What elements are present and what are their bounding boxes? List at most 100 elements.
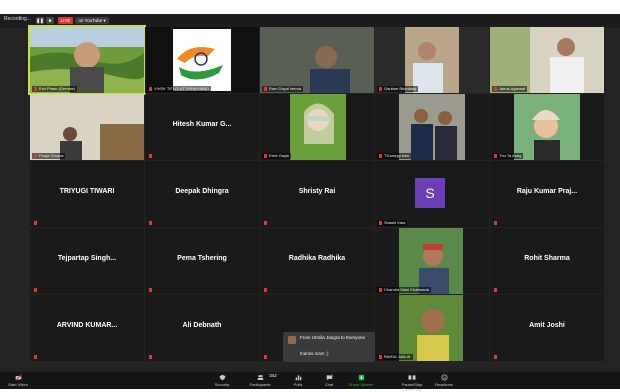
recording-status: Recording... (4, 16, 31, 22)
mic-muted-icon (379, 220, 382, 225)
participant-display-name: Radhika Radhika (288, 255, 346, 262)
mic-muted-icon (149, 354, 152, 359)
chat-button[interactable]: Chat (313, 374, 345, 387)
start-video-button[interactable]: Start Video (2, 374, 34, 387)
mic-muted-icon (264, 86, 267, 91)
mic-muted-icon (494, 354, 497, 359)
mic-muted-icon (494, 287, 497, 292)
participant-tile[interactable]: ARVIND KUMAR... (30, 295, 144, 361)
participant-name: VIVEK TIFLO-UTTARAKHAND (147, 86, 212, 92)
mic-status (262, 354, 271, 360)
video-tile[interactable]: Ech Pham (Gemwe) (28, 25, 146, 95)
participant-tile[interactable]: Hitesh Kumar G... (145, 94, 259, 160)
participant-name: Gautam Bhardwaj (377, 86, 419, 92)
mic-muted-icon (494, 86, 497, 91)
webcam-video (260, 94, 374, 160)
mic-muted-icon (264, 220, 267, 225)
mic-muted-icon (379, 354, 382, 359)
people-icon (257, 374, 263, 380)
mic-status (32, 354, 41, 360)
chat-notification[interactable]: From Urmila Jangra to Everyone thanks ma… (283, 332, 375, 362)
mic-muted-icon (494, 220, 497, 225)
participant-display-name: Tejpartap Singh... (57, 255, 117, 262)
mic-muted-icon (379, 86, 382, 91)
participant-name: Pooja Chopra (32, 153, 66, 159)
pause-stop-icon (408, 375, 416, 380)
participant-display-name: ARVIND KUMAR... (56, 322, 118, 329)
participant-tile[interactable]: TRIYUGI TIWARI (30, 161, 144, 227)
participant-name-text: Pooja Chopra (39, 153, 64, 158)
share-screen-button[interactable]: Share Screen (345, 374, 377, 387)
video-tile[interactable]: Chandra Mani Khatiwada (375, 228, 489, 294)
polls-button[interactable]: Polls (282, 374, 314, 387)
participant-name-text: Chandra Mani Khatiwada (384, 287, 429, 292)
video-tile[interactable]: Gautam Bhardwaj (375, 27, 489, 93)
video-tile[interactable]: T.Kompgi inen (375, 94, 489, 160)
mic-muted-icon (34, 354, 37, 359)
webcam-video (490, 27, 604, 93)
participant-tile[interactable]: S Shashi Kala (375, 161, 489, 227)
participant-display-name: Hitesh Kumar G... (172, 121, 232, 128)
participant-name: Elvie Gayle (262, 153, 292, 159)
participant-name-text: Gautam Bhardwaj (384, 86, 417, 91)
mic-muted-icon (34, 220, 37, 225)
video-tile[interactable]: Pooja Chopra (30, 94, 144, 160)
participant-name: Jaeus Agarwal (492, 86, 528, 92)
mic-muted-icon (264, 153, 267, 158)
mic-muted-icon (149, 86, 152, 91)
participant-name-text: Ram Dayal verma (269, 86, 302, 91)
participant-display-name: Deepak Dhingra (175, 188, 229, 195)
participant-name: Shashi Kala (377, 220, 408, 226)
mic-muted-icon (149, 153, 152, 158)
security-label: Security (214, 382, 230, 387)
landscape-background-image (30, 27, 144, 93)
stop-recording-icon[interactable]: ■ (46, 17, 54, 24)
meeting-toolbar: Start Video Security Participants 342 Po… (0, 372, 620, 392)
pause-stop-recording-label: Pause/Stop Recording (401, 382, 423, 392)
video-tile[interactable]: VIVEK TIFLO-UTTARAKHAND (145, 27, 259, 93)
participant-display-name: TRIYUGI TIWARI (59, 188, 115, 195)
video-tile[interactable]: Thu Ta Aung (490, 94, 604, 160)
webcam-video (260, 27, 374, 93)
video-tile[interactable]: Elvie Gayle (260, 94, 374, 160)
mic-status (147, 220, 156, 226)
participant-tile[interactable]: Pema Tshering (145, 228, 259, 294)
webcam-video (375, 94, 489, 160)
smiley-icon (440, 374, 448, 381)
participant-display-name: Pema Tshering (177, 255, 227, 262)
participant-tile[interactable]: Tejpartap Singh... (30, 228, 144, 294)
participant-display-name: Amit Joshi (529, 322, 565, 329)
participant-name-text: Shashi Kala (384, 220, 406, 225)
mic-muted-icon (264, 354, 267, 359)
pause-stop-recording-button[interactable]: Pause/Stop Recording (392, 374, 432, 392)
mic-status (262, 220, 271, 226)
chat-bubble-icon (326, 374, 333, 381)
video-tile[interactable]: Ram Dayal verma (260, 27, 374, 93)
top-bar: Recording... ❚❚ ■ LIVE on YouTube ▾ (0, 14, 620, 28)
participant-tile[interactable]: Amit Joshi (490, 295, 604, 361)
live-on-youtube-dropdown[interactable]: on YouTube ▾ (75, 17, 109, 24)
participant-tile[interactable]: Deepak Dhingra (145, 161, 259, 227)
pause-recording-icon[interactable]: ❚❚ (36, 17, 44, 24)
participant-name-text: T.Kompgi inen (384, 153, 410, 158)
participant-tile[interactable]: Shristy Rai (260, 161, 374, 227)
participant-tile[interactable]: Ali Debnath (145, 295, 259, 361)
participant-name-text: Elvie Gayle (269, 153, 290, 158)
mic-muted-icon (34, 86, 37, 91)
video-tile[interactable]: Jaeus Agarwal (490, 27, 604, 93)
reactions-button[interactable]: Reactions (428, 374, 460, 387)
share-screen-label: Share Screen (348, 382, 374, 387)
participant-name: Chandra Mani Khatiwada (377, 287, 431, 293)
participant-tile[interactable]: Raju Kumar Praj... (490, 161, 604, 227)
participant-tile[interactable]: Rohit Sharma (490, 228, 604, 294)
mic-status (492, 220, 501, 226)
participant-tile[interactable]: Radhika Radhika (260, 228, 374, 294)
mic-status (147, 153, 156, 159)
participant-name: Ech Pham (Gemwe) (32, 86, 78, 92)
mic-muted-icon (149, 220, 152, 225)
security-button[interactable]: Security (206, 374, 238, 387)
bar-chart-icon (295, 375, 301, 381)
mic-muted-icon (494, 153, 497, 158)
webcam-video (30, 94, 144, 160)
video-tile[interactable]: RAHUL MALIK (375, 295, 489, 361)
